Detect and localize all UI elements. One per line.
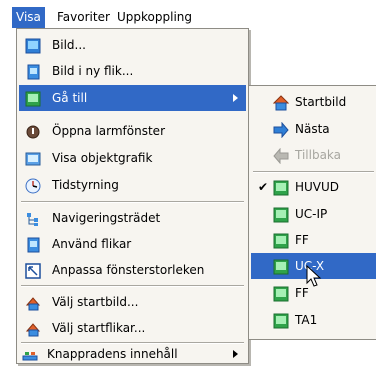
document-icon [25, 63, 41, 80]
menu-item-label: Navigeringsträdet [52, 211, 161, 225]
picture-icon [273, 312, 289, 329]
picture-icon [25, 37, 41, 54]
goto-picture-icon [25, 90, 41, 107]
menu-item-label: Gå till [52, 91, 88, 105]
submenu-item-ta1[interactable]: TA1 [251, 307, 376, 333]
menu-separator [21, 201, 244, 203]
picture-icon [273, 258, 289, 275]
submenu-item-label: Tillbaka [295, 148, 342, 162]
menu-item-valj-startbild[interactable]: Välj startbild... [19, 289, 246, 315]
alarm-icon [25, 123, 41, 139]
menu-item-label: Bild i ny flik... [52, 64, 134, 78]
ga-till-submenu: Startbild Nästa Tillbaka ✔ HUVUD UC-IP F… [248, 85, 376, 340]
submenu-item-startbild[interactable]: Startbild [251, 89, 376, 115]
menu-item-oppna-larmfonster[interactable]: Öppna larmfönster [19, 118, 246, 144]
menu-item-label: Tidstyrning [52, 178, 119, 192]
tree-icon [25, 210, 41, 226]
picture-icon [273, 179, 289, 196]
submenu-item-uc-ip[interactable]: UC-IP [251, 201, 376, 227]
menu-favoriter[interactable]: Favoriter [53, 7, 114, 28]
check-icon: ✔ [257, 180, 269, 194]
tabs-icon [25, 236, 41, 253]
menu-item-bild[interactable]: Bild... [19, 32, 246, 58]
menu-bar: Visa Favoriter Uppkoppling [0, 0, 376, 28]
resize-icon [25, 262, 41, 279]
menu-item-label: Bild... [52, 38, 86, 52]
menu-item-label: Välj startbild... [52, 295, 139, 309]
start-picture-icon [25, 294, 41, 311]
picture-icon [273, 232, 289, 249]
picture-icon [273, 206, 289, 223]
picture-icon [273, 285, 289, 302]
menu-item-valj-startflikar[interactable]: Välj startflikar... [19, 315, 246, 341]
submenu-item-tillbaka[interactable]: Tillbaka [251, 142, 376, 168]
submenu-separator [253, 171, 374, 173]
menu-item-label: Välj startflikar... [52, 321, 146, 335]
menu-item-ga-till[interactable]: Gå till [19, 85, 246, 111]
menu-item-label: Öppna larmfönster [52, 124, 165, 138]
back-icon [273, 147, 289, 165]
start-tabs-icon [25, 320, 41, 337]
home-icon [272, 94, 290, 111]
toolbar-icon [22, 346, 38, 362]
clock-icon [25, 177, 41, 194]
menu-uppkoppling[interactable]: Uppkoppling [113, 7, 196, 28]
menu-separator [21, 285, 244, 287]
mouse-cursor-icon [306, 265, 322, 287]
menu-item-anpassa-fonsterstorleken[interactable]: Anpassa fönsterstorleken [19, 257, 246, 283]
visa-dropdown-menu: Bild... Bild i ny flik... Gå till Öppna … [16, 28, 249, 364]
menu-item-anvand-flikar[interactable]: Använd flikar [19, 231, 246, 257]
menu-item-navigeringstradet[interactable]: Navigeringsträdet [19, 205, 246, 231]
submenu-arrow-icon [233, 350, 238, 358]
submenu-item-nasta[interactable]: Nästa [251, 116, 376, 142]
menu-visa[interactable]: Visa [12, 7, 45, 28]
submenu-item-label: Nästa [295, 122, 330, 136]
menu-item-label: Anpassa fönsterstorleken [52, 263, 205, 277]
menu-item-tidstyrning[interactable]: Tidstyrning [19, 172, 246, 198]
submenu-item-huvud[interactable]: ✔ HUVUD [251, 174, 376, 200]
submenu-arrow-icon [233, 94, 238, 102]
submenu-item-label: HUVUD [295, 180, 340, 194]
object-graphic-icon [25, 150, 41, 166]
submenu-item-label: Startbild [295, 95, 347, 109]
menu-item-label: Visa objektgrafik [52, 151, 153, 165]
menu-item-visa-objektgrafik[interactable]: Visa objektgrafik [19, 145, 246, 171]
menu-item-label: Använd flikar [52, 237, 132, 251]
submenu-item-ff[interactable]: FF [251, 227, 376, 253]
submenu-item-label: TA1 [295, 313, 318, 327]
menu-item-label: Knappradens innehåll [47, 347, 178, 361]
forward-icon [273, 121, 289, 139]
submenu-item-label: UC-IP [295, 207, 328, 221]
submenu-item-label: FF [295, 233, 309, 247]
menu-item-bild-i-ny-flik[interactable]: Bild i ny flik... [19, 58, 246, 84]
menu-item-knappradens-innehall[interactable]: Knappradens innehåll [19, 341, 246, 367]
